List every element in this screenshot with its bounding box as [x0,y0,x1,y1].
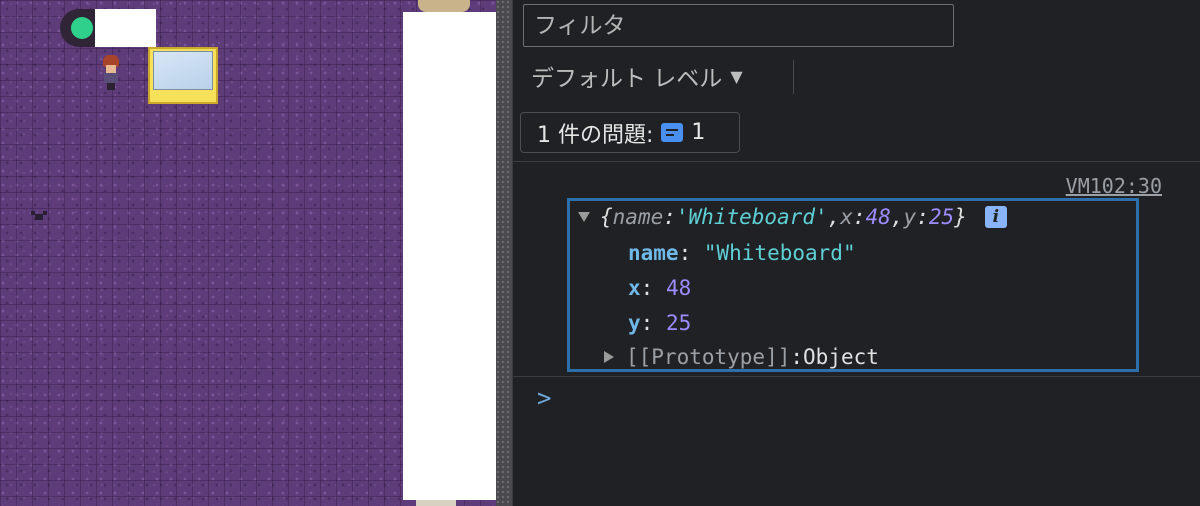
prototype-value: Object [803,345,879,369]
avatar-face [106,65,116,73]
expand-triangle-icon [578,212,590,222]
filter-input[interactable] [523,4,954,47]
summary-colon: : [916,205,929,229]
property-row: x: 48 [628,276,691,300]
console-object-entry: {name: 'Whiteboard', x: 48, y: 25} i nam… [567,198,1139,372]
summary-y-value: 25 [928,205,955,229]
property-key: name [628,241,679,265]
property-key: y [628,311,641,335]
game-canvas[interactable] [0,0,512,506]
issue-message-icon [661,123,684,142]
collapse-triangle-icon [604,351,614,363]
property-colon: : [678,241,704,265]
panel-resize-gutter[interactable] [496,0,512,506]
toolbar-divider [793,60,794,94]
log-level-label: デフォルト レベル [531,66,723,92]
summary-colon: : [852,205,866,229]
summary-open-brace: { [600,205,613,229]
info-icon[interactable]: i [984,206,1007,228]
property-row: name: "Whiteboard" [628,241,856,265]
console-prompt-input[interactable] [567,386,1167,414]
property-value: 48 [665,276,692,300]
property-value: 25 [665,311,692,335]
summary-x-key: x [840,205,853,229]
prototype-toggle[interactable]: [[Prototype]]: Object [604,345,879,369]
whiteboard-object[interactable] [148,47,218,104]
object-top-peek [418,0,470,12]
summary-x-value: 48 [865,205,891,229]
issues-count: 1 [691,120,706,145]
issues-label: 1 件の問題: [537,122,654,148]
status-toggle[interactable] [60,9,156,47]
summary-name-key: name [612,205,664,229]
devtools-console: デフォルト レベル ▼ 1 件の問題: 1 VM102:30 {name: 'W… [512,0,1200,506]
prompt-chevron-icon: > [537,384,552,412]
property-colon: : [640,276,666,300]
property-key: x [628,276,641,300]
avatar-legs [107,83,115,90]
prototype-colon: : [790,345,804,369]
toggle-knob [71,17,93,39]
toolbar-border [513,161,1200,162]
source-location-link[interactable]: VM102:30 [1066,174,1162,198]
prototype-key: [[Prototype]] [626,345,791,369]
summary-name-value: 'Whiteboard' [675,205,828,229]
bat-sprite [31,211,47,223]
whiteboard-surface [153,51,213,90]
summary-close-brace: } [954,205,967,229]
bat-body [35,214,43,220]
player-avatar[interactable] [100,55,122,91]
object-summary-toggle[interactable]: {name: 'Whiteboard', x: 48, y: 25} i [578,205,1007,229]
side-panel [403,12,496,500]
issues-button[interactable]: 1 件の問題: 1 [520,112,740,153]
summary-comma: , [890,205,904,229]
chevron-down-icon: ▼ [730,66,743,86]
summary-comma: , [827,205,841,229]
avatar-body [104,73,118,83]
toggle-field [95,9,156,47]
summary-y-key: y [903,205,917,229]
summary-colon: : [663,205,676,229]
property-colon: : [640,311,666,335]
object-bottom-peek [416,500,456,506]
property-value: "Whiteboard" [703,241,856,265]
log-level-dropdown[interactable]: デフォルト レベル ▼ [531,58,743,94]
property-row: y: 25 [628,311,691,335]
entry-divider [513,376,1200,377]
